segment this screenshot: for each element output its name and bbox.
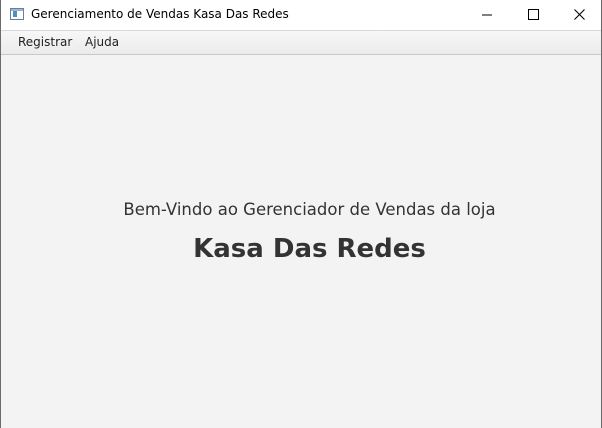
close-icon — [574, 9, 585, 20]
maximize-button[interactable] — [510, 0, 556, 30]
minimize-icon — [482, 14, 492, 16]
application-window: Gerenciamento de Vendas Kasa Das Redes R… — [0, 0, 602, 428]
window-title: Gerenciamento de Vendas Kasa Das Redes — [31, 7, 289, 21]
menu-ajuda[interactable]: Ajuda — [85, 35, 119, 49]
app-window-icon[interactable] — [10, 8, 24, 20]
main-content: Bem-Vindo ao Gerenciador de Vendas da lo… — [1, 55, 601, 428]
title-bar[interactable]: Gerenciamento de Vendas Kasa Das Redes — [1, 0, 601, 30]
store-name-heading: Kasa Das Redes — [193, 234, 426, 264]
maximize-icon — [528, 9, 539, 20]
menu-registrar[interactable]: Registrar — [18, 35, 72, 49]
menu-bar: Registrar Ajuda — [1, 30, 601, 55]
close-button[interactable] — [556, 0, 602, 30]
welcome-message: Bem-Vindo ao Gerenciador de Vendas da lo… — [123, 200, 496, 219]
minimize-button[interactable] — [464, 0, 510, 30]
